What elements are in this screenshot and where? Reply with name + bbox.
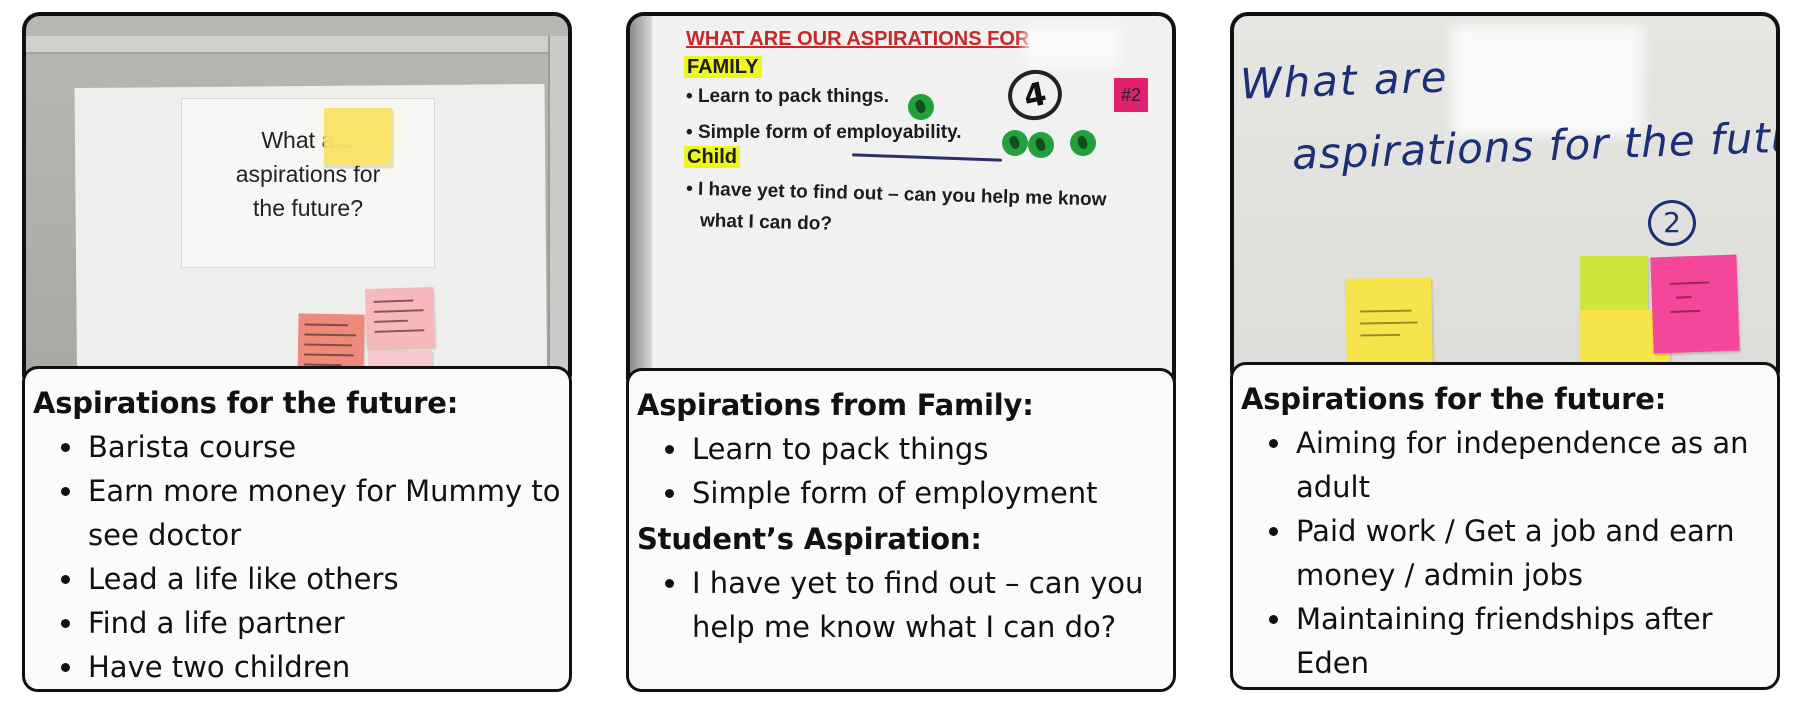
sign-line-2: aspirations for — [235, 161, 381, 187]
caption-heading: Student’s Aspiration: — [637, 522, 982, 556]
family-label: FAMILY — [684, 56, 762, 79]
list-item: Earn more money for Mummy to see doctor — [33, 469, 561, 557]
list-item: Learn to pack things — [637, 427, 1165, 471]
whiteboard-frame-side — [548, 36, 568, 388]
voting-dot — [1002, 130, 1028, 156]
child-label: Child — [684, 146, 740, 169]
list-item: Simple form of employment — [637, 471, 1165, 515]
sticky-note-hotpink — [1650, 254, 1740, 354]
caption-list: Aiming for independence as an adult Paid… — [1241, 421, 1769, 685]
list-item: Barista course — [33, 425, 561, 469]
caption-heading: Aspirations for the future: — [1241, 382, 1667, 416]
caption-list: Learn to pack things Simple form of empl… — [637, 427, 1165, 515]
photo-3: What are aspirations for the future? 2 — [1230, 12, 1780, 388]
board-question-line-1: What are — [1239, 52, 1450, 109]
sticky-note-yellow — [324, 108, 392, 166]
list-item: Lead a life like others — [33, 557, 561, 601]
redacted-blur — [1025, 26, 1120, 66]
caption-box-3: Aspirations for the future: Aiming for i… — [1230, 362, 1780, 690]
voting-dot — [1028, 132, 1054, 158]
list-item: Maintaining friendships after Eden — [1241, 597, 1769, 685]
circled-number: 4 — [1003, 64, 1067, 126]
whiteboard-frame — [26, 36, 566, 54]
photo-1: What are aspirations for the future? — [22, 12, 572, 392]
sticky-note-pink — [364, 286, 436, 350]
caption-box-1: Aspirations for the future: Barista cour… — [22, 366, 572, 692]
caption-heading: Aspirations for the future: — [33, 386, 459, 420]
sign-line-3: the future? — [253, 195, 363, 221]
board-title: WHAT ARE OUR ASPIRATIONS FOR — [686, 28, 1030, 50]
list-item: Aiming for independence as an adult — [1241, 421, 1769, 509]
child-item: what I can do? — [699, 210, 833, 235]
photo-2: WHAT ARE OUR ASPIRATIONS FOR FAMILY • Le… — [626, 12, 1176, 396]
underline-scribble — [851, 153, 1003, 162]
sign-line-1: What are — [261, 127, 355, 153]
list-item: Find a life partner — [33, 601, 561, 645]
sticky-note-yellow — [1345, 277, 1433, 371]
list-item: Have two children — [33, 645, 561, 689]
panel-3: What are aspirations for the future? 2 A… — [1230, 12, 1780, 692]
question-sign: What are aspirations for the future? — [181, 98, 435, 268]
board-edge — [630, 16, 652, 392]
voting-dot — [1070, 130, 1096, 156]
sticky-note-lime — [1580, 256, 1648, 316]
caption-box-2: Aspirations from Family: Learn to pack t… — [626, 368, 1176, 692]
voting-dot — [908, 94, 934, 120]
caption-list: I have yet to find out – can you help me… — [637, 561, 1165, 649]
tag-label: #2 — [1114, 78, 1148, 112]
panel-1: What are aspirations for the future? Asp… — [22, 12, 572, 692]
family-item: • Simple form of employability. — [686, 122, 962, 143]
child-item: • I have yet to find out – can you help … — [685, 178, 1107, 211]
panel-2: WHAT ARE OUR ASPIRATIONS FOR FAMILY • Le… — [626, 12, 1176, 692]
list-item: I have yet to find out – can you help me… — [637, 561, 1165, 649]
circled-number: 2 — [1648, 200, 1696, 246]
list-item: Paid work / Get a job and earn money / a… — [1241, 509, 1769, 597]
family-item: • Learn to pack things. — [686, 86, 890, 107]
caption-heading: Aspirations from Family: — [637, 388, 1034, 422]
caption-list: Barista course Earn more money for Mummy… — [33, 425, 561, 689]
